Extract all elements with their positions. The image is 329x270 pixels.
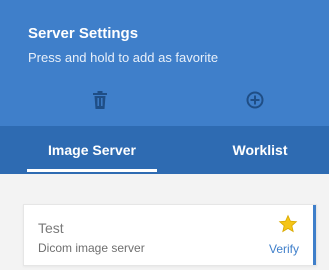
trash-icon xyxy=(93,91,107,109)
verify-button[interactable]: Verify xyxy=(269,242,299,256)
card-accent-bar xyxy=(313,205,316,265)
tab-bar: Image Server Worklist xyxy=(0,126,329,174)
tab-image-server[interactable]: Image Server xyxy=(27,126,157,174)
app-header: Server Settings Press and hold to add as… xyxy=(0,0,329,126)
server-name: Test xyxy=(38,220,64,236)
list-item[interactable]: Test Dicom image server Verify xyxy=(23,204,317,266)
page-subtitle: Press and hold to add as favorite xyxy=(28,50,219,65)
page-title: Server Settings xyxy=(28,25,139,42)
delete-button[interactable] xyxy=(85,86,115,114)
plus-circle-icon xyxy=(246,91,264,109)
active-tab-indicator xyxy=(27,169,157,172)
star-icon[interactable] xyxy=(278,214,298,234)
add-server-button[interactable] xyxy=(240,86,270,114)
server-list: Test Dicom image server Verify xyxy=(0,174,329,270)
server-description: Dicom image server xyxy=(38,241,145,255)
tab-worklist[interactable]: Worklist xyxy=(195,126,325,174)
